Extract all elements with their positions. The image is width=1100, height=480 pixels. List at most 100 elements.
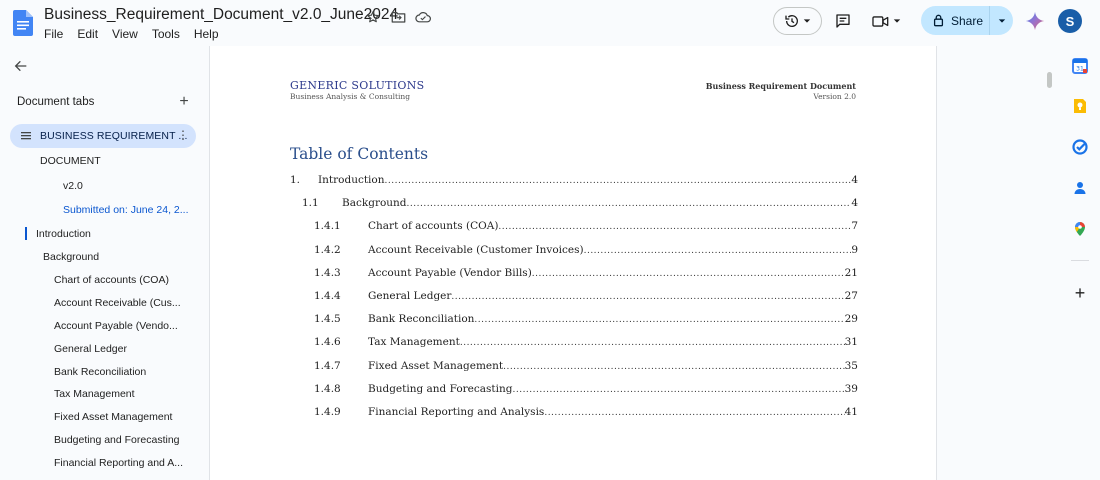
docs-logo-icon[interactable] (13, 10, 33, 36)
toc-entry[interactable]: 1.4.3 Account Payable (Vendor Bills).....… (290, 267, 858, 283)
gemini-icon[interactable] (1025, 11, 1045, 31)
toc-entry-number: 1. (290, 174, 301, 186)
toc-dot-leader: ........................................… (583, 245, 852, 256)
outline-item[interactable]: Submitted on: June 24, 2... (63, 204, 189, 216)
toc-dot-leader: ........................................… (544, 408, 844, 418)
avatar[interactable]: S (1058, 9, 1082, 33)
document-page[interactable]: GENERIC SOLUTIONS Business Analysis & Co… (209, 46, 937, 480)
toc-entry-page: 7 (851, 220, 858, 233)
side-apps-panel: 31 + (1063, 46, 1100, 480)
toc-dot-leader: ........................................… (451, 292, 845, 302)
toc-entry-label[interactable]: Account Receivable (Customer Invoices) (368, 244, 584, 256)
toc-entry[interactable]: 1.4.8 Budgeting and Forecasting..........… (290, 383, 858, 399)
toc-entry-label[interactable]: Chart of accounts (COA) (368, 220, 498, 232)
toc-entry-page: 9 (851, 243, 858, 256)
toc-entry-page: 4 (851, 197, 858, 210)
toc-entry-page: 39 (844, 382, 858, 395)
outline-item[interactable]: DOCUMENT (40, 155, 101, 167)
toc-entry[interactable]: 1.4.4 General Ledger.....................… (290, 290, 858, 306)
outline-item[interactable]: Bank Reconciliation (54, 366, 146, 378)
maps-icon[interactable] (1072, 221, 1088, 237)
toc-entry-label[interactable]: Tax Management (368, 336, 460, 348)
share-options-button[interactable] (989, 6, 1013, 35)
tab-business-requirement[interactable]: BUSINESS REQUIREMENT ... ⋮ (10, 124, 196, 148)
cloud-saved-icon[interactable] (414, 8, 432, 26)
comments-button[interactable] (832, 10, 854, 32)
toc-entry-label[interactable]: Background (342, 197, 407, 209)
outline-item[interactable]: Budgeting and Forecasting (54, 434, 180, 446)
toc-entry[interactable]: 1.4.5 Bank Reconciliation................… (290, 313, 858, 329)
toc-entry-label[interactable]: Bank Reconciliation (368, 313, 474, 325)
toc-entry-page: 29 (844, 313, 858, 326)
top-bar: Business_Requirement_Document_v2.0_June2… (0, 0, 1100, 46)
add-tab-button[interactable]: + (176, 93, 192, 111)
move-folder-icon[interactable] (389, 8, 407, 26)
outline-item-introduction[interactable]: Introduction (36, 228, 91, 240)
toc-entry-number: 1.4.1 (314, 220, 341, 233)
outline-item[interactable]: Chart of accounts (COA) (54, 274, 169, 286)
outline-item[interactable]: Account Receivable (Cus... (54, 297, 181, 309)
toc-entry[interactable]: 1.1 Background...........................… (290, 197, 858, 213)
toc-dot-leader: ........................................… (503, 361, 845, 372)
keep-icon[interactable] (1072, 98, 1088, 114)
toc-entry[interactable]: 1.4.2 Account Receivable (Customer Invoic… (290, 244, 858, 260)
outline-item[interactable]: Tax Management (54, 388, 135, 400)
toc-entry[interactable]: 1. Introduction..........................… (290, 174, 858, 190)
toc-entry-label[interactable]: Introduction (318, 174, 385, 186)
version-history-button[interactable] (773, 7, 822, 35)
meet-button[interactable] (872, 10, 908, 32)
toc-entry[interactable]: 1.4.9 Financial Reporting and Analysis...… (290, 406, 858, 422)
toc-dot-leader: ........................................… (512, 384, 845, 395)
share-main-button[interactable]: Share (921, 6, 989, 35)
toc-entry-number: 1.1 (302, 197, 319, 210)
toc-entry-number: 1.4.2 (314, 243, 341, 256)
toc-entry[interactable]: 1.4.7 Fixed Asset Management.............… (290, 360, 858, 376)
outline-item[interactable]: Background (43, 251, 99, 263)
menu-file[interactable]: File (44, 27, 63, 41)
toc-dot-leader: ........................................… (531, 268, 845, 279)
star-icon[interactable] (364, 8, 382, 26)
share-button[interactable]: Share (921, 6, 1013, 35)
outline-item[interactable]: v2.0 (63, 180, 83, 192)
toc-entry-page: 27 (844, 290, 858, 302)
document-tabs-panel: Document tabs + BUSINESS REQUIREMENT ...… (0, 46, 208, 480)
divider (1071, 260, 1089, 261)
toc-entry-page: 4 (851, 174, 858, 186)
toc-entry-number: 1.4.9 (314, 406, 341, 418)
back-arrow-icon[interactable] (13, 58, 29, 74)
tab-lines-icon (21, 132, 31, 140)
toc-entry-number: 1.4.4 (314, 290, 341, 302)
contacts-icon[interactable] (1072, 180, 1088, 196)
menu-help[interactable]: Help (194, 27, 219, 41)
menu-view[interactable]: View (112, 27, 138, 41)
toc-entry-number: 1.4.8 (314, 382, 341, 395)
header-company-name: GENERIC SOLUTIONS (290, 79, 425, 92)
toc-entry-number: 1.4.6 (314, 336, 341, 349)
more-options-icon[interactable]: ⋮ (177, 128, 189, 142)
toc-entry-label[interactable]: General Ledger (368, 290, 451, 302)
calendar-icon[interactable]: 31 (1072, 58, 1088, 74)
chevron-down-icon (998, 18, 1005, 23)
outline-item[interactable]: General Ledger (54, 343, 127, 355)
video-camera-icon (872, 15, 889, 27)
tasks-icon[interactable] (1072, 139, 1088, 155)
menu-tools[interactable]: Tools (152, 27, 180, 41)
menu-edit[interactable]: Edit (77, 27, 98, 41)
history-icon (785, 15, 798, 27)
toc-entry-label[interactable]: Account Payable (Vendor Bills) (368, 267, 532, 279)
outline-item[interactable]: Account Payable (Vendo... (54, 320, 178, 332)
document-title[interactable]: Business_Requirement_Document_v2.0_June2… (44, 6, 398, 24)
toc-heading: Table of Contents (290, 145, 429, 163)
outline-item[interactable]: Fixed Asset Management (54, 411, 172, 423)
toc-entry-label[interactable]: Fixed Asset Management (368, 360, 503, 372)
header-document-title: Business Requirement Document (705, 81, 856, 91)
current-section-marker (25, 227, 27, 240)
toc-entry[interactable]: 1.4.1 Chart of accounts (COA)............… (290, 220, 858, 236)
outline-item[interactable]: Financial Reporting and A... (54, 457, 183, 469)
get-add-ons-button[interactable]: + (1071, 284, 1089, 302)
toc-entry-label[interactable]: Financial Reporting and Analysis (368, 406, 544, 418)
scrollbar-thumb[interactable] (1047, 72, 1052, 88)
toc-entry-label[interactable]: Budgeting and Forecasting (368, 383, 512, 395)
toc-entry-number: 1.4.5 (314, 313, 341, 326)
toc-entry[interactable]: 1.4.6 Tax Management.....................… (290, 336, 858, 352)
